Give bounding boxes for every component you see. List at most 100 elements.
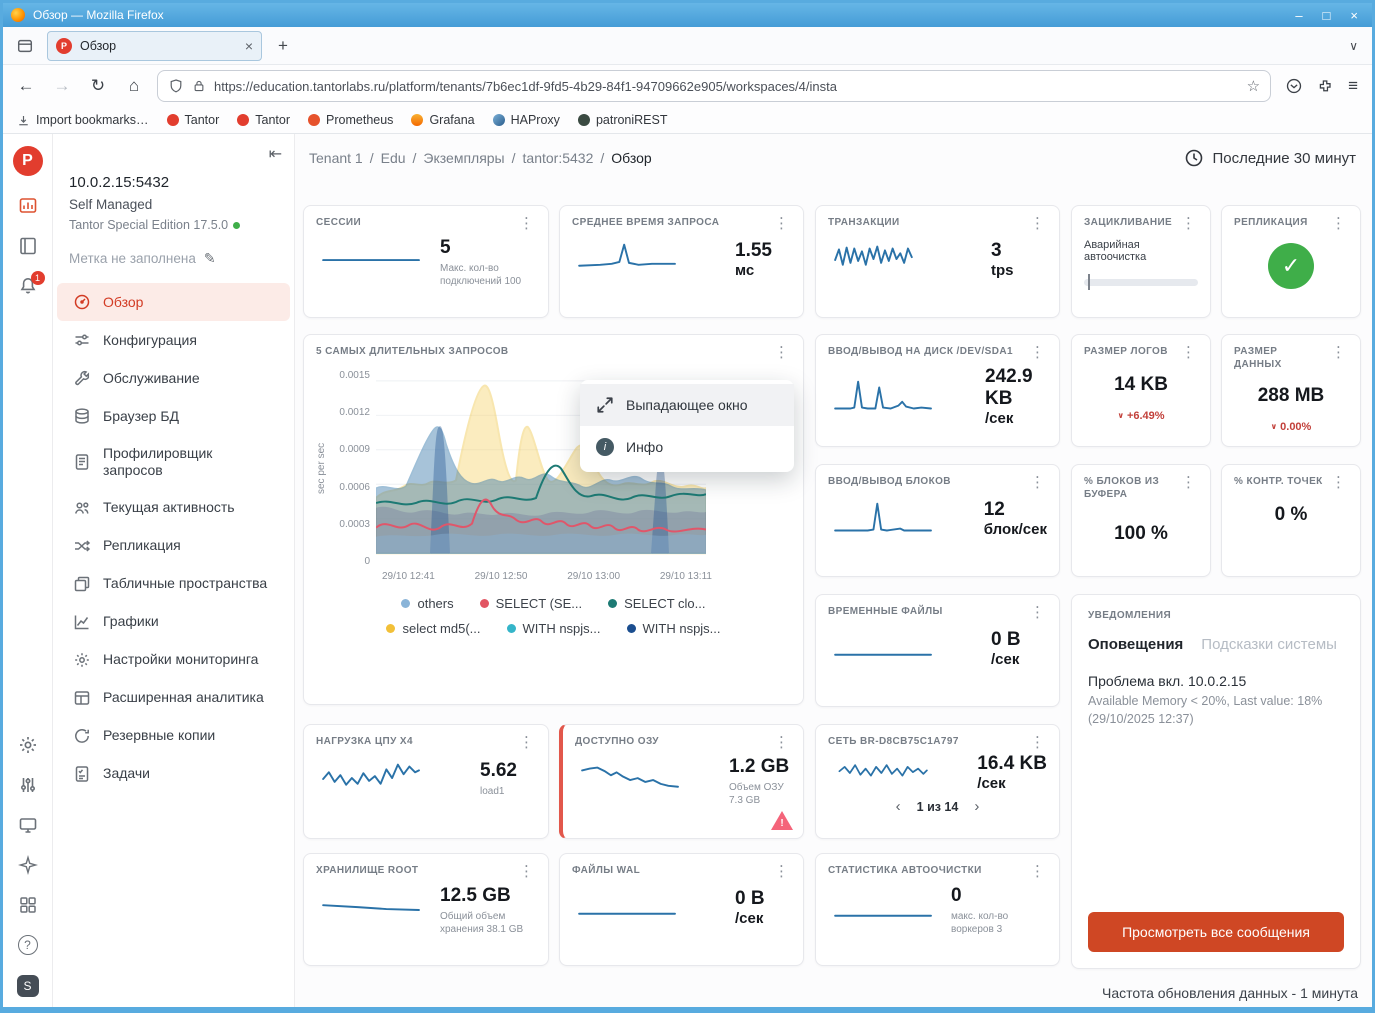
sidebar-item-current-activity[interactable]: Текущая активность: [57, 489, 290, 527]
tantor-logo[interactable]: P: [13, 146, 43, 176]
sidebar-item-tablespaces[interactable]: Табличные пространства: [57, 565, 290, 603]
firefox-icon: [11, 8, 25, 22]
sidebar-item-graphs[interactable]: Графики: [57, 603, 290, 641]
reload-button[interactable]: ↻: [85, 76, 111, 96]
apps-grid-icon[interactable]: [18, 895, 38, 915]
card-menu-icon[interactable]: ⋮: [1028, 605, 1047, 620]
bookmark-grafana[interactable]: Grafana: [411, 113, 474, 127]
firefox-view-icon[interactable]: [11, 32, 39, 60]
card-menu-icon[interactable]: ⋮: [517, 216, 536, 231]
bookmark-import[interactable]: Import bookmarks…: [17, 113, 149, 127]
sidebar-item-configuration[interactable]: Конфигурация: [57, 321, 290, 359]
sidebar-item-replication[interactable]: Репликация: [57, 527, 290, 565]
sidebar-item-overview[interactable]: Обзор: [57, 283, 290, 321]
card-menu-icon[interactable]: ⋮: [1028, 475, 1047, 490]
grafana-favicon: [411, 114, 423, 126]
sidebar-item-advanced-analytics[interactable]: Расширенная аналитика: [57, 679, 290, 717]
sidebar-item-db-browser[interactable]: Браузер БД: [57, 397, 290, 435]
legend-item[interactable]: WITH nspjs...: [507, 621, 601, 636]
view-all-messages-button[interactable]: Просмотреть все сообщения: [1088, 912, 1344, 952]
wal-sparkline: [572, 885, 684, 931]
wrench-icon: [73, 369, 91, 387]
url-bar[interactable]: https://education.tantorlabs.ru/platform…: [157, 70, 1271, 102]
time-range-selector[interactable]: Последние 30 минут: [1184, 148, 1356, 168]
sidebar-item-tasks[interactable]: Задачи: [57, 755, 290, 793]
home-button[interactable]: ⌂: [121, 76, 147, 96]
display-icon[interactable]: [18, 815, 38, 835]
card-menu-icon[interactable]: ⋮: [772, 345, 791, 360]
card-menu-icon[interactable]: ⋮: [1329, 216, 1348, 231]
legend-item[interactable]: select md5(...: [386, 621, 480, 636]
card-menu-icon[interactable]: ⋮: [1179, 216, 1198, 231]
help-icon[interactable]: ?: [18, 935, 38, 955]
tab-active[interactable]: P Обзор ×: [47, 31, 262, 61]
bell-icon[interactable]: 1: [18, 276, 38, 296]
card-menu-icon[interactable]: ⋮: [1028, 735, 1047, 750]
menu-icon[interactable]: ≡: [1348, 76, 1358, 96]
menu-item-popup-window[interactable]: Выпадающее окно: [580, 384, 794, 426]
card-menu-icon[interactable]: ⋮: [1028, 345, 1047, 360]
user-avatar[interactable]: S: [17, 975, 39, 997]
sidebar-item-backups[interactable]: Резервные копии: [57, 717, 290, 755]
breadcrumb-workspace[interactable]: Edu: [381, 150, 406, 166]
card-menu-icon[interactable]: ⋮: [1028, 864, 1047, 879]
card-menu-icon[interactable]: ⋮: [772, 735, 791, 750]
back-button[interactable]: ←: [13, 76, 39, 96]
sidebar-collapse-icon[interactable]: ⇤: [269, 144, 282, 164]
card-menu-icon[interactable]: ⋮: [517, 735, 536, 750]
card-menu-icon[interactable]: ⋮: [772, 216, 791, 231]
menu-item-info[interactable]: i Инфо: [580, 426, 794, 468]
sidebar-item-maintenance[interactable]: Обслуживание: [57, 359, 290, 397]
card-menu-icon[interactable]: ⋮: [1329, 475, 1348, 490]
breadcrumb-tenant[interactable]: Tenant 1: [309, 150, 363, 166]
legend-item[interactable]: SELECT clo...: [608, 596, 705, 611]
settings-gear-icon[interactable]: [18, 735, 38, 755]
prev-page-icon[interactable]: ‹: [896, 798, 901, 815]
tab-alerts[interactable]: Оповещения: [1088, 636, 1183, 653]
sidebar-item-query-profiler[interactable]: Профилировщик запросов: [57, 435, 290, 489]
breadcrumb-instances[interactable]: Экземпляры: [423, 150, 504, 166]
bookmark-patronirest[interactable]: patroniREST: [578, 113, 668, 127]
card-menu-icon[interactable]: ⋮: [1179, 475, 1198, 490]
new-tab-button[interactable]: +: [270, 33, 296, 59]
bookmark-tantor-2[interactable]: Tantor: [237, 113, 290, 127]
minimize-button[interactable]: –: [1295, 9, 1302, 22]
docs-icon[interactable]: [18, 236, 38, 256]
legend-item[interactable]: others: [401, 596, 453, 611]
card-menu-icon[interactable]: ⋮: [772, 864, 791, 879]
extensions-icon[interactable]: [1317, 78, 1334, 95]
legend-item[interactable]: WITH nspjs...: [627, 621, 721, 636]
list-tabs-chevron-icon[interactable]: ∨: [1349, 39, 1364, 53]
shield-icon[interactable]: [168, 78, 184, 94]
forward-button[interactable]: →: [49, 76, 75, 96]
bookmark-tantor-1[interactable]: Tantor: [167, 113, 220, 127]
alert-title: Проблема вкл. 10.0.2.15: [1088, 673, 1344, 689]
x-axis-ticks: 29/10 12:4129/10 12:5029/10 13:0029/10 1…: [382, 571, 712, 582]
card-menu-icon[interactable]: ⋮: [1329, 345, 1348, 360]
maximize-button[interactable]: □: [1323, 9, 1331, 22]
copy-icon: [73, 575, 91, 593]
bookmark-haproxy[interactable]: HAProxy: [493, 113, 560, 127]
dashboard-icon: [73, 689, 91, 707]
sidebar: ⇤ 10.0.2.15:5432 Self Managed Tantor Spe…: [53, 134, 295, 1007]
sidebar-item-monitoring-settings[interactable]: Настройки мониторинга: [57, 641, 290, 679]
next-page-icon[interactable]: ›: [974, 798, 979, 815]
close-button[interactable]: ×: [1350, 9, 1358, 22]
bookmark-prometheus[interactable]: Prometheus: [308, 113, 393, 127]
filters-icon[interactable]: [18, 775, 38, 795]
tab-close-icon[interactable]: ×: [245, 38, 253, 54]
lock-icon[interactable]: [192, 79, 206, 93]
pocket-icon[interactable]: [1285, 77, 1303, 95]
delta-badge: ∨+6.49%: [1084, 410, 1198, 422]
breadcrumb-instance[interactable]: tantor:5432: [523, 150, 594, 166]
sparkle-ai-icon[interactable]: [18, 855, 38, 875]
bookmark-star-icon[interactable]: ☆: [1247, 77, 1260, 95]
card-menu-icon[interactable]: ⋮: [1179, 345, 1198, 360]
card-menu-icon[interactable]: ⋮: [517, 864, 536, 879]
instances-icon[interactable]: [18, 196, 38, 216]
edit-pencil-icon[interactable]: ✎: [204, 250, 216, 267]
legend-item[interactable]: SELECT (SE...: [480, 596, 582, 611]
card-menu-icon[interactable]: ⋮: [1028, 216, 1047, 231]
replication-ok-icon: ✓: [1268, 243, 1314, 289]
tab-system-hints[interactable]: Подсказки системы: [1201, 636, 1337, 653]
